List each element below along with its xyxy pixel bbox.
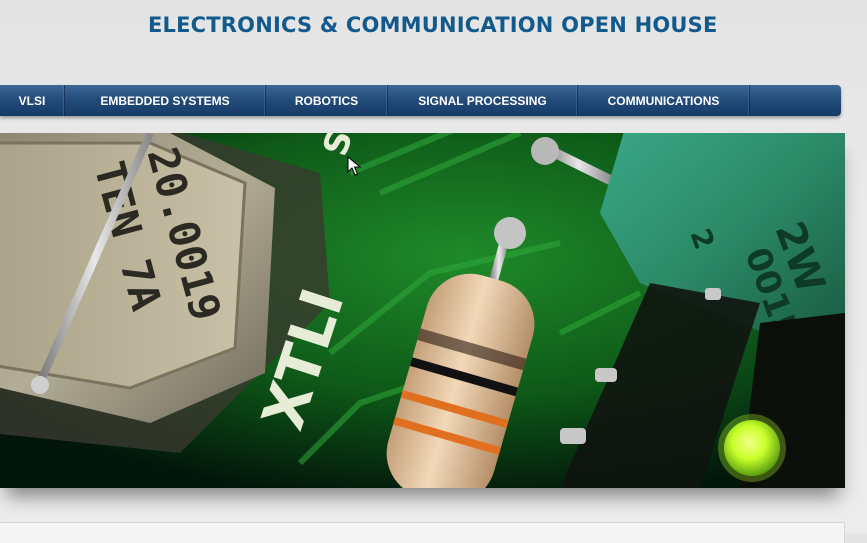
- nav-item-signal-processing[interactable]: SIGNAL PROCESSING: [388, 85, 578, 116]
- mouse-pointer-icon: [347, 156, 361, 176]
- led: [718, 414, 786, 482]
- nav-item-vlsi[interactable]: VLSI: [0, 85, 65, 116]
- nav-item-robotics[interactable]: ROBOTICS: [266, 85, 388, 116]
- main-nav: VLSI EMBEDDED SYSTEMS ROBOTICS SIGNAL PR…: [0, 85, 841, 116]
- nav-item-embedded-systems[interactable]: EMBEDDED SYSTEMS: [65, 85, 266, 116]
- nav-item-communications[interactable]: COMMUNICATIONS: [578, 85, 750, 116]
- site-title: ELECTRONICS & COMMUNICATION OPEN HOUSE: [148, 13, 718, 37]
- hero-banner-image: 20.0019 TEN 7A XTLI S 2W 2 00152: [0, 133, 845, 488]
